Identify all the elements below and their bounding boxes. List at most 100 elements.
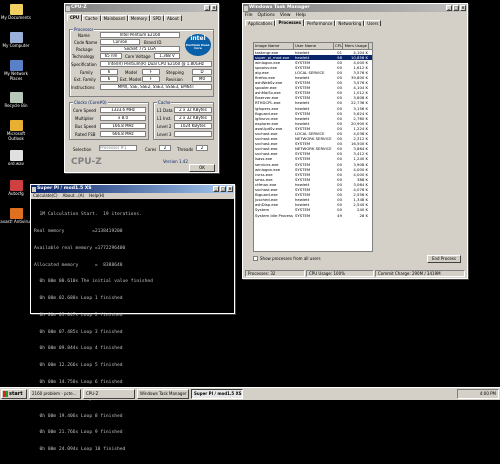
extfamily-label: Ext. Family bbox=[74, 77, 96, 82]
superpi-window[interactable]: Super PI / mod1.5 XS _ □ × Calculate(C) Ab… bbox=[30, 184, 235, 452]
cpuz-window[interactable]: CPU-Z _ × CPU Cache Mainboard Memory SPD … bbox=[64, 3, 219, 173]
tab-performance[interactable]: Performance bbox=[304, 20, 336, 26]
busspeed-value: 166.8 MHz bbox=[100, 123, 146, 129]
cpuz-app-icon bbox=[66, 5, 70, 11]
close-button[interactable]: × bbox=[227, 186, 233, 192]
process-cpu: 49 bbox=[337, 212, 342, 218]
menu-options[interactable]: Options bbox=[258, 12, 275, 19]
menu-view[interactable]: View bbox=[280, 12, 291, 19]
menu-about[interactable]: About...(A) bbox=[63, 193, 85, 198]
column-cpu[interactable]: CPU bbox=[334, 43, 343, 49]
cpuz-titlebar[interactable]: CPU-Z _ × bbox=[65, 4, 218, 12]
tab-processes[interactable]: Processes bbox=[275, 19, 305, 26]
family-label: Family bbox=[80, 70, 93, 75]
table-row[interactable]: System Idle Process SYSTEM 49 28 K bbox=[254, 213, 372, 218]
column-mem-usage[interactable]: Mem Usage bbox=[343, 43, 369, 49]
cores-value: 2 bbox=[159, 145, 171, 151]
menu-help[interactable]: Help(H) bbox=[89, 193, 104, 198]
show-all-checkbox[interactable] bbox=[253, 256, 258, 261]
codename-value: Conroe bbox=[100, 39, 140, 45]
process-mem: 28 K bbox=[359, 212, 368, 218]
column-user-name[interactable]: User Name bbox=[294, 43, 334, 49]
tab-spd[interactable]: SPD bbox=[149, 15, 164, 21]
level3-label: Level 3 bbox=[157, 132, 172, 137]
minimize-button[interactable]: _ bbox=[213, 186, 219, 192]
system-tray: 4:00 PM bbox=[457, 389, 499, 399]
menu-help[interactable]: Help bbox=[296, 12, 306, 19]
start-button[interactable]: start bbox=[1, 389, 27, 399]
output-line: 0h 00m 02.688s Loop 1 finished bbox=[34, 296, 123, 302]
ok-button[interactable]: OK bbox=[189, 164, 215, 172]
clocks-group: Clocks (Core#0) Core Speed 1333.6 MHz Mu… bbox=[69, 100, 149, 140]
minimize-button[interactable]: _ bbox=[204, 5, 210, 11]
model-label: Model bbox=[125, 70, 138, 75]
l1inst-label: L1 Inst. bbox=[157, 116, 172, 121]
brandid-label: Brand ID bbox=[144, 40, 162, 45]
maximize-button[interactable]: □ bbox=[453, 5, 459, 11]
corespeed-value: 1333.6 MHz bbox=[100, 107, 146, 113]
tab-about[interactable]: About bbox=[164, 15, 182, 21]
superpi-output: 1M Calculation Start. 19 iterations. Rea… bbox=[31, 199, 234, 452]
end-process-button[interactable]: End Process bbox=[427, 255, 461, 263]
multiplier-label: Multiplier bbox=[75, 116, 94, 121]
intel-logo: intel Pentium Dual-Core bbox=[185, 34, 211, 56]
multiplier-value: x 8.0 bbox=[100, 115, 146, 121]
intel-text: intel bbox=[190, 35, 206, 42]
status-commit-charge: Commit Charge: 290M / 3419M bbox=[375, 270, 465, 277]
taskbar-button-cpuz[interactable]: CPU-Z bbox=[83, 389, 135, 399]
outlook-icon[interactable]: Microsoft Outlook bbox=[0, 120, 32, 141]
processor-selection-dropdown[interactable]: Processor #1 bbox=[99, 145, 137, 151]
output-line: 0h 00m 07.485s Loop 3 finished bbox=[34, 329, 123, 335]
tab-memory[interactable]: Memory bbox=[127, 15, 150, 21]
taskbar-button-superpi[interactable]: Super PI / mod1.5 XS bbox=[191, 389, 243, 399]
menu-calculate[interactable]: Calculate(C) bbox=[33, 193, 58, 198]
group-label: Cache bbox=[157, 100, 172, 105]
autocfg-icon[interactable]: Autocfg bbox=[0, 180, 32, 197]
status-processes: Processes: 32 bbox=[245, 270, 305, 277]
my-documents-icon[interactable]: My Documents bbox=[0, 4, 32, 21]
tab-cache[interactable]: Cache bbox=[82, 15, 101, 21]
taskmgr-titlebar[interactable]: Windows Task Manager _ □ × bbox=[243, 4, 467, 12]
minimize-button[interactable]: _ bbox=[446, 5, 452, 11]
revision-value: M0 bbox=[192, 76, 212, 82]
taskmgr-statusbar: Processes: 32 CPU Usage: 100% Commit Cha… bbox=[245, 270, 465, 277]
process-name: System Idle Process bbox=[255, 212, 293, 218]
taskbar: start 2160 problem - pcte... CPU-Z Windo… bbox=[0, 387, 500, 400]
cache-group: Cache L1 Data 2 x 32 KBytes L1 Inst. 2 x… bbox=[153, 100, 214, 140]
tab-mainboard[interactable]: Mainboard bbox=[100, 15, 128, 21]
processor-group: Processor Name Intel Pentium E2160 Code … bbox=[69, 27, 214, 97]
l1data-value: 2 x 32 KBytes bbox=[174, 107, 212, 113]
network-places-icon[interactable]: My Network Places bbox=[0, 60, 32, 81]
superpi-title: Super PI / mod1.5 XS bbox=[37, 186, 92, 191]
output-line: Allocated memory = 8388648 bbox=[34, 262, 123, 268]
tab-applications[interactable]: Applications bbox=[245, 20, 276, 26]
family-value: 6 bbox=[100, 69, 118, 75]
tab-networking[interactable]: Networking bbox=[335, 20, 365, 26]
tab-users[interactable]: Users bbox=[364, 20, 382, 26]
technology-label: Technology bbox=[72, 54, 95, 59]
taskmgr-tabs: Applications Processes Performance Netwo… bbox=[243, 19, 467, 26]
taskbar-button-browser[interactable]: 2160 problem - pcte... bbox=[29, 389, 81, 399]
superpi-titlebar[interactable]: Super PI / mod1.5 XS _ □ × bbox=[31, 185, 234, 193]
extmodel-label: Ext. Model bbox=[120, 77, 142, 82]
wav-file-icon[interactable]: ord.wav bbox=[0, 150, 32, 167]
output-line: 1M Calculation Start. 19 iterations. bbox=[34, 212, 142, 218]
close-button[interactable]: × bbox=[460, 5, 466, 11]
maximize-button[interactable]: □ bbox=[220, 186, 226, 192]
menu-file[interactable]: File bbox=[245, 12, 253, 19]
recycle-bin-icon[interactable]: Recycle Bin bbox=[0, 92, 32, 109]
threads-label: Threads bbox=[177, 147, 194, 152]
close-button[interactable]: × bbox=[211, 5, 217, 11]
level3-value bbox=[174, 131, 212, 137]
column-image-name[interactable]: Image Name bbox=[254, 43, 294, 49]
output-line: 0h 00m 09.844s Loop 4 finished bbox=[34, 346, 123, 352]
clock[interactable]: 4:00 PM bbox=[480, 391, 496, 396]
my-computer-icon[interactable]: My Computer bbox=[0, 32, 32, 49]
icon-label: Recycle Bin bbox=[4, 103, 28, 108]
level2-label: Level 2 bbox=[157, 124, 172, 129]
tab-cpu[interactable]: CPU bbox=[67, 14, 83, 21]
avast-icon[interactable]: avast! Antivirus bbox=[0, 208, 32, 225]
taskmgr-window[interactable]: Windows Task Manager _ □ × File Options Vi… bbox=[242, 3, 468, 279]
taskbar-button-taskmgr[interactable]: Windows Task Manager bbox=[137, 389, 189, 399]
process-table[interactable]: Image Name User Name CPU Mem Usage taskm… bbox=[253, 42, 373, 252]
